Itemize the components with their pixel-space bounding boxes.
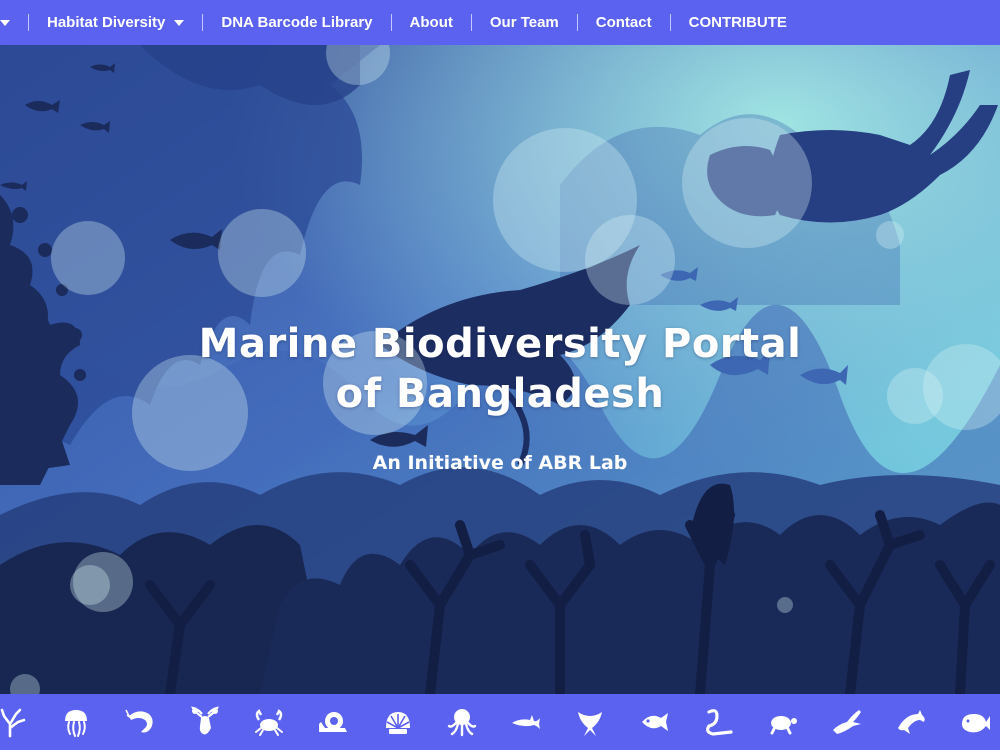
turtle-icon[interactable] bbox=[765, 704, 801, 740]
nav-about[interactable]: About bbox=[410, 14, 453, 31]
eel-icon[interactable] bbox=[701, 704, 737, 740]
hero-title-line-2: of Bangladesh bbox=[335, 371, 665, 417]
shark-icon[interactable] bbox=[508, 704, 544, 740]
hero-subtitle: An Initiative of ABR Lab bbox=[372, 452, 628, 474]
nav-divider bbox=[669, 14, 671, 31]
coral-icon[interactable] bbox=[0, 704, 30, 740]
nav-divider bbox=[202, 14, 204, 31]
nav-divider bbox=[390, 14, 392, 31]
ray-icon[interactable] bbox=[572, 704, 608, 740]
chevron-down-icon bbox=[174, 19, 185, 26]
hero-title-line-1: Marine Biodiversity Portal bbox=[198, 321, 802, 367]
octopus-icon[interactable] bbox=[444, 704, 480, 740]
shell-icon[interactable] bbox=[380, 704, 416, 740]
nav-contribute[interactable]: CONTRIBUTE bbox=[689, 14, 787, 31]
crocodile-icon[interactable] bbox=[829, 704, 865, 740]
lobster-icon[interactable] bbox=[187, 704, 223, 740]
whale-icon[interactable] bbox=[958, 704, 994, 740]
nav-habitat-diversity-label: Habitat Diversity bbox=[47, 14, 166, 31]
crab-icon[interactable] bbox=[251, 704, 287, 740]
dolphin-icon[interactable] bbox=[894, 704, 930, 740]
nav-divider bbox=[470, 14, 472, 31]
nav-contact[interactable]: Contact bbox=[596, 14, 652, 31]
jellyfish-icon[interactable] bbox=[58, 704, 94, 740]
shrimp-icon[interactable] bbox=[123, 704, 159, 740]
nav-our-team[interactable]: Our Team bbox=[490, 14, 559, 31]
category-icon-bar bbox=[0, 694, 1000, 750]
nav-divider bbox=[576, 14, 578, 31]
chevron-down-icon[interactable] bbox=[0, 19, 10, 26]
nav-dna-barcode-library[interactable]: DNA Barcode Library bbox=[221, 14, 372, 31]
top-navigation: Habitat Diversity DNA Barcode Library Ab… bbox=[0, 0, 1000, 45]
nav-divider bbox=[28, 14, 29, 31]
snail-icon[interactable] bbox=[315, 704, 351, 740]
fish-icon[interactable] bbox=[637, 704, 673, 740]
hero-title: Marine Biodiversity Portal of Bangladesh bbox=[0, 319, 1000, 419]
nav-habitat-diversity[interactable]: Habitat Diversity bbox=[47, 14, 185, 31]
hero-banner: Marine Biodiversity Portal of Bangladesh… bbox=[0, 45, 1000, 694]
